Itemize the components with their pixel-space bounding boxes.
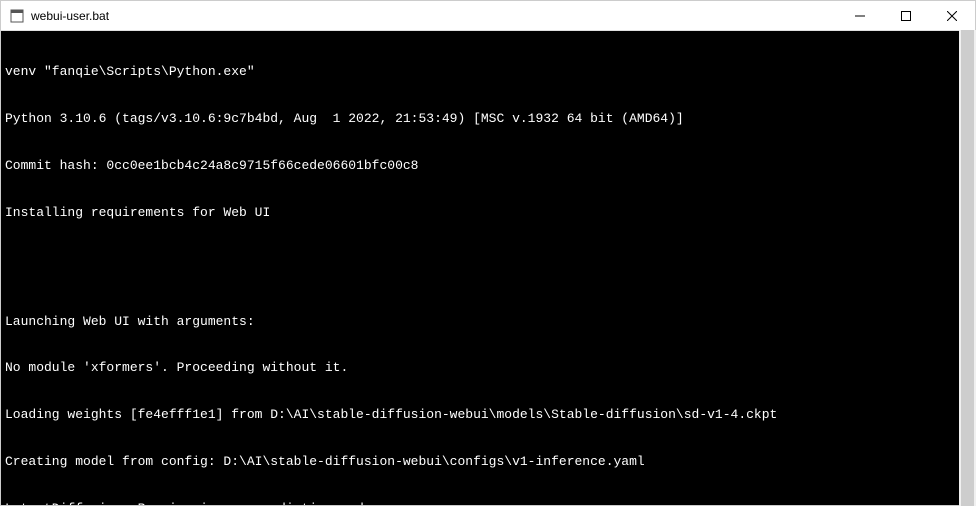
application-window: webui-user.bat venv "fanqie\Scripts\Pyth [0, 0, 976, 506]
minimize-button[interactable] [837, 1, 883, 30]
terminal-line: venv "fanqie\Scripts\Python.exe" [5, 64, 971, 80]
app-icon [9, 8, 25, 24]
terminal-line: LatentDiffusion: Running in eps-predicti… [5, 501, 971, 505]
titlebar[interactable]: webui-user.bat [1, 1, 975, 31]
terminal-line: Installing requirements for Web UI [5, 205, 971, 221]
close-button[interactable] [929, 1, 975, 30]
terminal-line: No module 'xformers'. Proceeding without… [5, 360, 971, 376]
scrollbar-thumb[interactable] [961, 30, 974, 506]
window-title: webui-user.bat [31, 9, 837, 23]
terminal-line: Creating model from config: D:\AI\stable… [5, 454, 971, 470]
minimize-icon [855, 11, 865, 21]
terminal-line: Commit hash: 0cc0ee1bcb4c24a8c9715f66ced… [5, 158, 971, 174]
vertical-scrollbar[interactable] [959, 30, 976, 506]
terminal-line: Loading weights [fe4efff1e1] from D:\AI\… [5, 407, 971, 423]
terminal-line: Python 3.10.6 (tags/v3.10.6:9c7b4bd, Aug… [5, 111, 971, 127]
maximize-button[interactable] [883, 1, 929, 30]
terminal-output[interactable]: venv "fanqie\Scripts\Python.exe" Python … [1, 31, 975, 505]
close-icon [947, 11, 957, 21]
window-controls [837, 1, 975, 30]
maximize-icon [901, 11, 911, 21]
terminal-line: Launching Web UI with arguments: [5, 314, 971, 330]
